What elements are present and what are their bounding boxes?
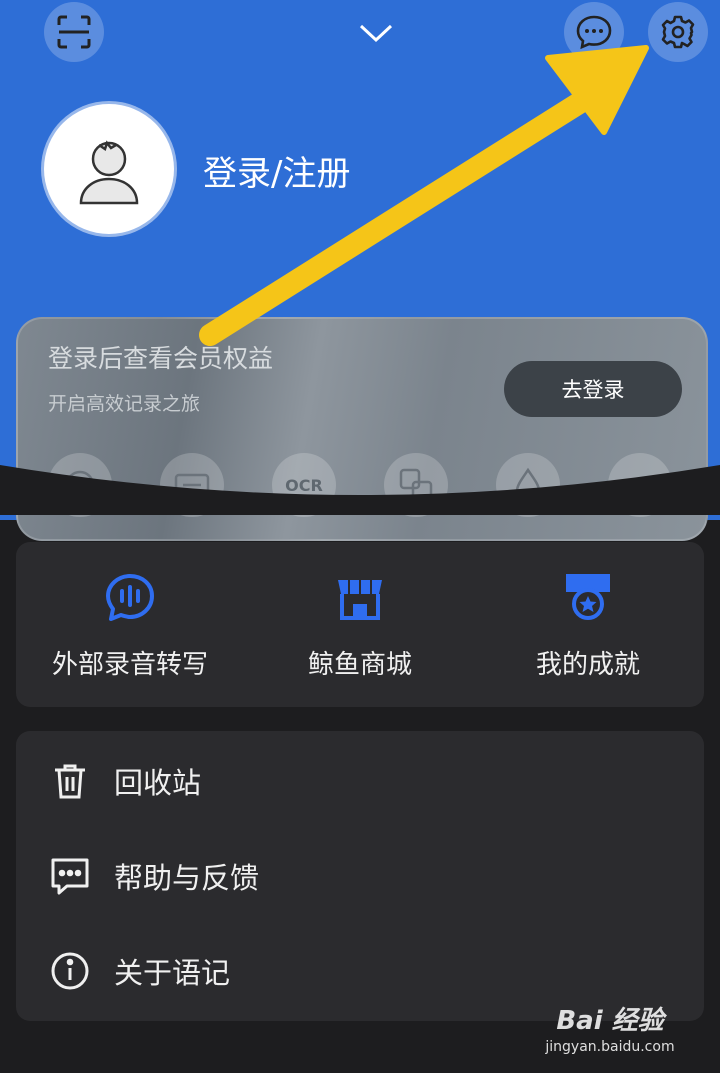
feature-shortcuts: 外部录音转写 鲸鱼商城 我的成就 bbox=[16, 542, 704, 707]
header-curve bbox=[0, 465, 720, 515]
menu-item-help-feedback[interactable]: 帮助与反馈 bbox=[16, 836, 704, 916]
messages-button[interactable] bbox=[564, 2, 624, 62]
settings-button[interactable] bbox=[648, 2, 708, 62]
watermark-url: jingyan.baidu.com bbox=[545, 1039, 675, 1055]
menu-label: 关于语记 bbox=[114, 956, 231, 990]
scan-button[interactable] bbox=[44, 2, 104, 62]
feedback-icon bbox=[51, 858, 89, 895]
feature-achievements[interactable]: 我的成就 bbox=[478, 570, 698, 681]
feature-whale-store[interactable]: 鲸鱼商城 bbox=[250, 570, 470, 681]
feature-label: 我的成就 bbox=[535, 650, 640, 680]
menu-item-recycle-bin[interactable]: 回收站 bbox=[16, 741, 704, 821]
menu-item-about[interactable]: 关于语记 bbox=[16, 931, 704, 1011]
avatar[interactable] bbox=[44, 104, 174, 234]
scan-icon bbox=[57, 15, 91, 49]
menu-label: 回收站 bbox=[114, 766, 202, 800]
watermark-logo: Bai 经验 bbox=[556, 1006, 664, 1036]
waveform-chat-icon bbox=[106, 574, 154, 621]
go-login-button[interactable]: 去登录 bbox=[504, 361, 682, 417]
gear-icon bbox=[661, 15, 695, 49]
membership-title: 登录后查看会员权益 bbox=[48, 344, 274, 373]
info-icon bbox=[51, 952, 89, 990]
feature-label: 外部录音转写 bbox=[51, 650, 208, 680]
membership-subtitle: 开启高效记录之旅 bbox=[48, 393, 201, 415]
feature-external-recording[interactable]: 外部录音转写 bbox=[20, 570, 240, 681]
login-register-link[interactable]: 登录/注册 bbox=[203, 146, 350, 195]
chevron-down-icon bbox=[359, 24, 393, 43]
feature-label: 鲸鱼商城 bbox=[307, 650, 412, 680]
trash-icon bbox=[55, 764, 85, 799]
chat-bubble-icon bbox=[576, 15, 612, 50]
chevron-down-button[interactable] bbox=[356, 18, 396, 52]
store-icon bbox=[338, 580, 382, 620]
default-user-icon bbox=[79, 140, 139, 205]
menu-list: 回收站 帮助与反馈 关于语记 bbox=[16, 731, 704, 1021]
menu-label: 帮助与反馈 bbox=[114, 861, 260, 895]
baidu-jingyan-watermark: Bai 经验 jingyan.baidu.com bbox=[540, 1000, 680, 1055]
achievement-badge-icon bbox=[566, 574, 610, 620]
